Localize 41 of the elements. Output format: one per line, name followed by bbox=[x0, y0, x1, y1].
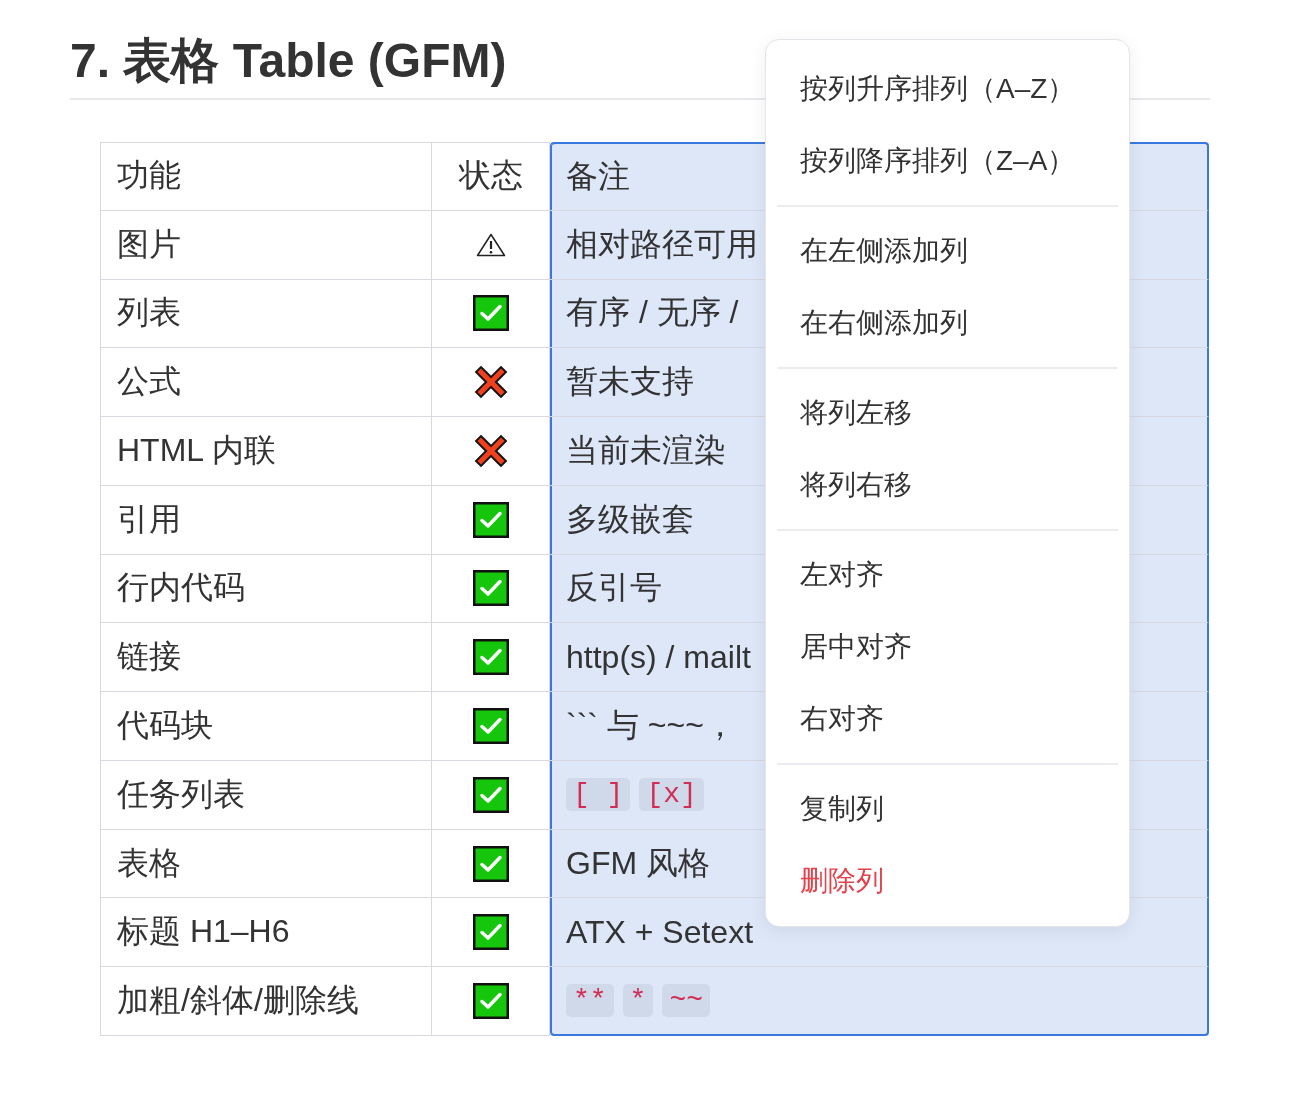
table-cell: 公式 bbox=[100, 348, 432, 418]
table-cell: 行内代码 bbox=[100, 554, 432, 624]
check-icon bbox=[472, 570, 509, 607]
table-cell: HTML 内联 bbox=[100, 417, 432, 486]
table-cell: 引用 bbox=[100, 485, 432, 555]
section-heading: 7. 表格 Table (GFM) bbox=[70, 34, 507, 87]
menu-item[interactable]: 删除列 bbox=[800, 862, 884, 900]
table-cell: 标题 H1–H6 bbox=[100, 898, 432, 968]
check-icon bbox=[472, 708, 509, 744]
table-cell: 链接 bbox=[100, 623, 432, 693]
warning-icon bbox=[475, 232, 506, 257]
cross-icon bbox=[473, 433, 508, 468]
table-cell: 图片 bbox=[100, 210, 432, 280]
code-chip: ~~ bbox=[662, 984, 711, 1018]
check-icon bbox=[472, 639, 509, 676]
table-cell: 加粗/斜体/删除线 bbox=[100, 967, 432, 1036]
check-icon bbox=[472, 501, 509, 538]
check-icon bbox=[472, 295, 509, 332]
menu-item[interactable]: 右对齐 bbox=[800, 700, 884, 738]
code-chip: ** bbox=[566, 984, 614, 1018]
menu-item[interactable]: 复制列 bbox=[800, 790, 884, 828]
table-cell: 列表 bbox=[100, 279, 432, 349]
check-icon bbox=[472, 983, 509, 1020]
menu-item[interactable]: 在左侧添加列 bbox=[800, 232, 968, 270]
table-cell: 任务列表 bbox=[100, 760, 432, 830]
table-cell: 表格 bbox=[100, 829, 432, 899]
table-cell: 代码块 bbox=[100, 692, 432, 761]
check-icon bbox=[472, 845, 509, 882]
menu-item[interactable]: 左对齐 bbox=[800, 556, 884, 594]
check-icon bbox=[472, 776, 509, 813]
cross-icon bbox=[473, 365, 508, 400]
menu-item[interactable]: 在右侧添加列 bbox=[800, 304, 968, 342]
code-chip: [ ] bbox=[566, 778, 631, 812]
code-chip: * bbox=[622, 984, 654, 1018]
code-chip: [x] bbox=[639, 778, 704, 812]
menu-item[interactable]: 按列升序排列（A–Z） bbox=[800, 70, 1076, 108]
menu-item[interactable]: 按列降序排列（Z–A） bbox=[800, 142, 1076, 180]
column-header: 功能 bbox=[100, 142, 432, 211]
check-icon bbox=[472, 914, 509, 951]
column-header: 状态 bbox=[432, 142, 550, 211]
menu-item[interactable]: 居中对齐 bbox=[800, 628, 912, 666]
